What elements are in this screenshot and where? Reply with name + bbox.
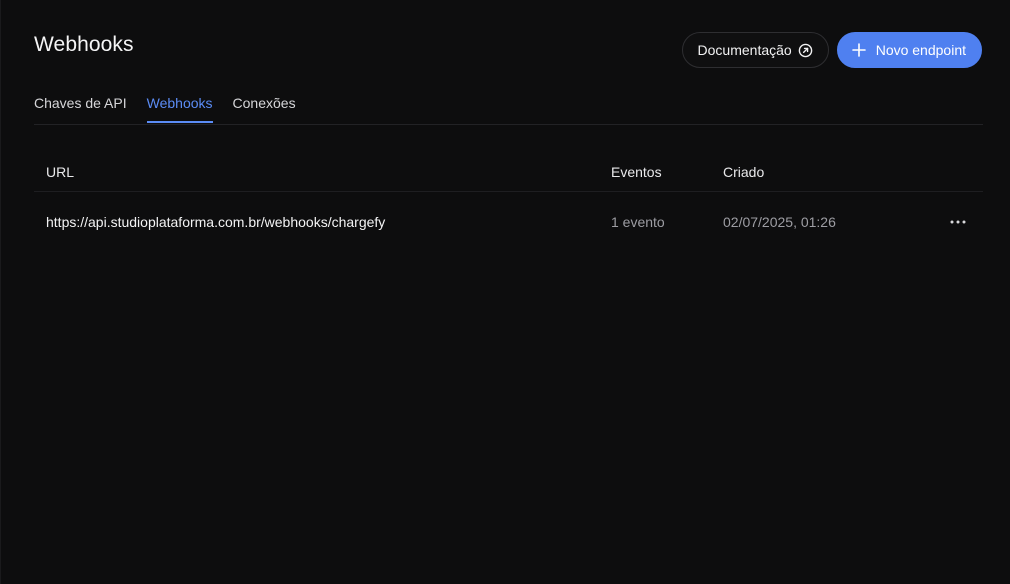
plus-icon — [851, 43, 866, 57]
table-row[interactable]: https://api.studioplataforma.com.br/webh… — [34, 192, 983, 252]
column-header-url: URL — [46, 163, 75, 180]
tab-webhooks[interactable]: Webhooks — [146, 88, 213, 123]
tab-bar: Chaves de API Webhooks Conexões — [34, 88, 983, 125]
endpoint-events: 1 evento — [611, 214, 665, 230]
documentation-button-label: Documentação — [697, 42, 792, 58]
endpoint-url: https://api.studioplataforma.com.br/webh… — [46, 214, 386, 230]
endpoint-created: 02/07/2025, 01:26 — [723, 214, 836, 230]
webhooks-table: URL Eventos Criado https://api.studiopla… — [34, 152, 983, 252]
external-link-circle-icon — [798, 43, 813, 58]
documentation-button[interactable]: Documentação — [681, 32, 829, 68]
webhooks-page: Webhooks Documentação Novo endpoint Chav… — [0, 0, 1010, 584]
column-header-events: Eventos — [611, 163, 662, 180]
new-endpoint-button-label: Novo endpoint — [875, 42, 966, 58]
row-actions — [933, 207, 983, 237]
new-endpoint-button[interactable]: Novo endpoint — [836, 32, 982, 68]
tab-connections[interactable]: Conexões — [233, 88, 296, 123]
page-title: Webhooks — [34, 33, 134, 56]
table-header: URL Eventos Criado — [34, 152, 983, 192]
more-horizontal-icon[interactable] — [943, 207, 973, 237]
tab-api-keys[interactable]: Chaves de API — [34, 88, 127, 123]
column-header-created: Criado — [723, 163, 765, 180]
header-actions: Documentação Novo endpoint — [681, 32, 982, 68]
